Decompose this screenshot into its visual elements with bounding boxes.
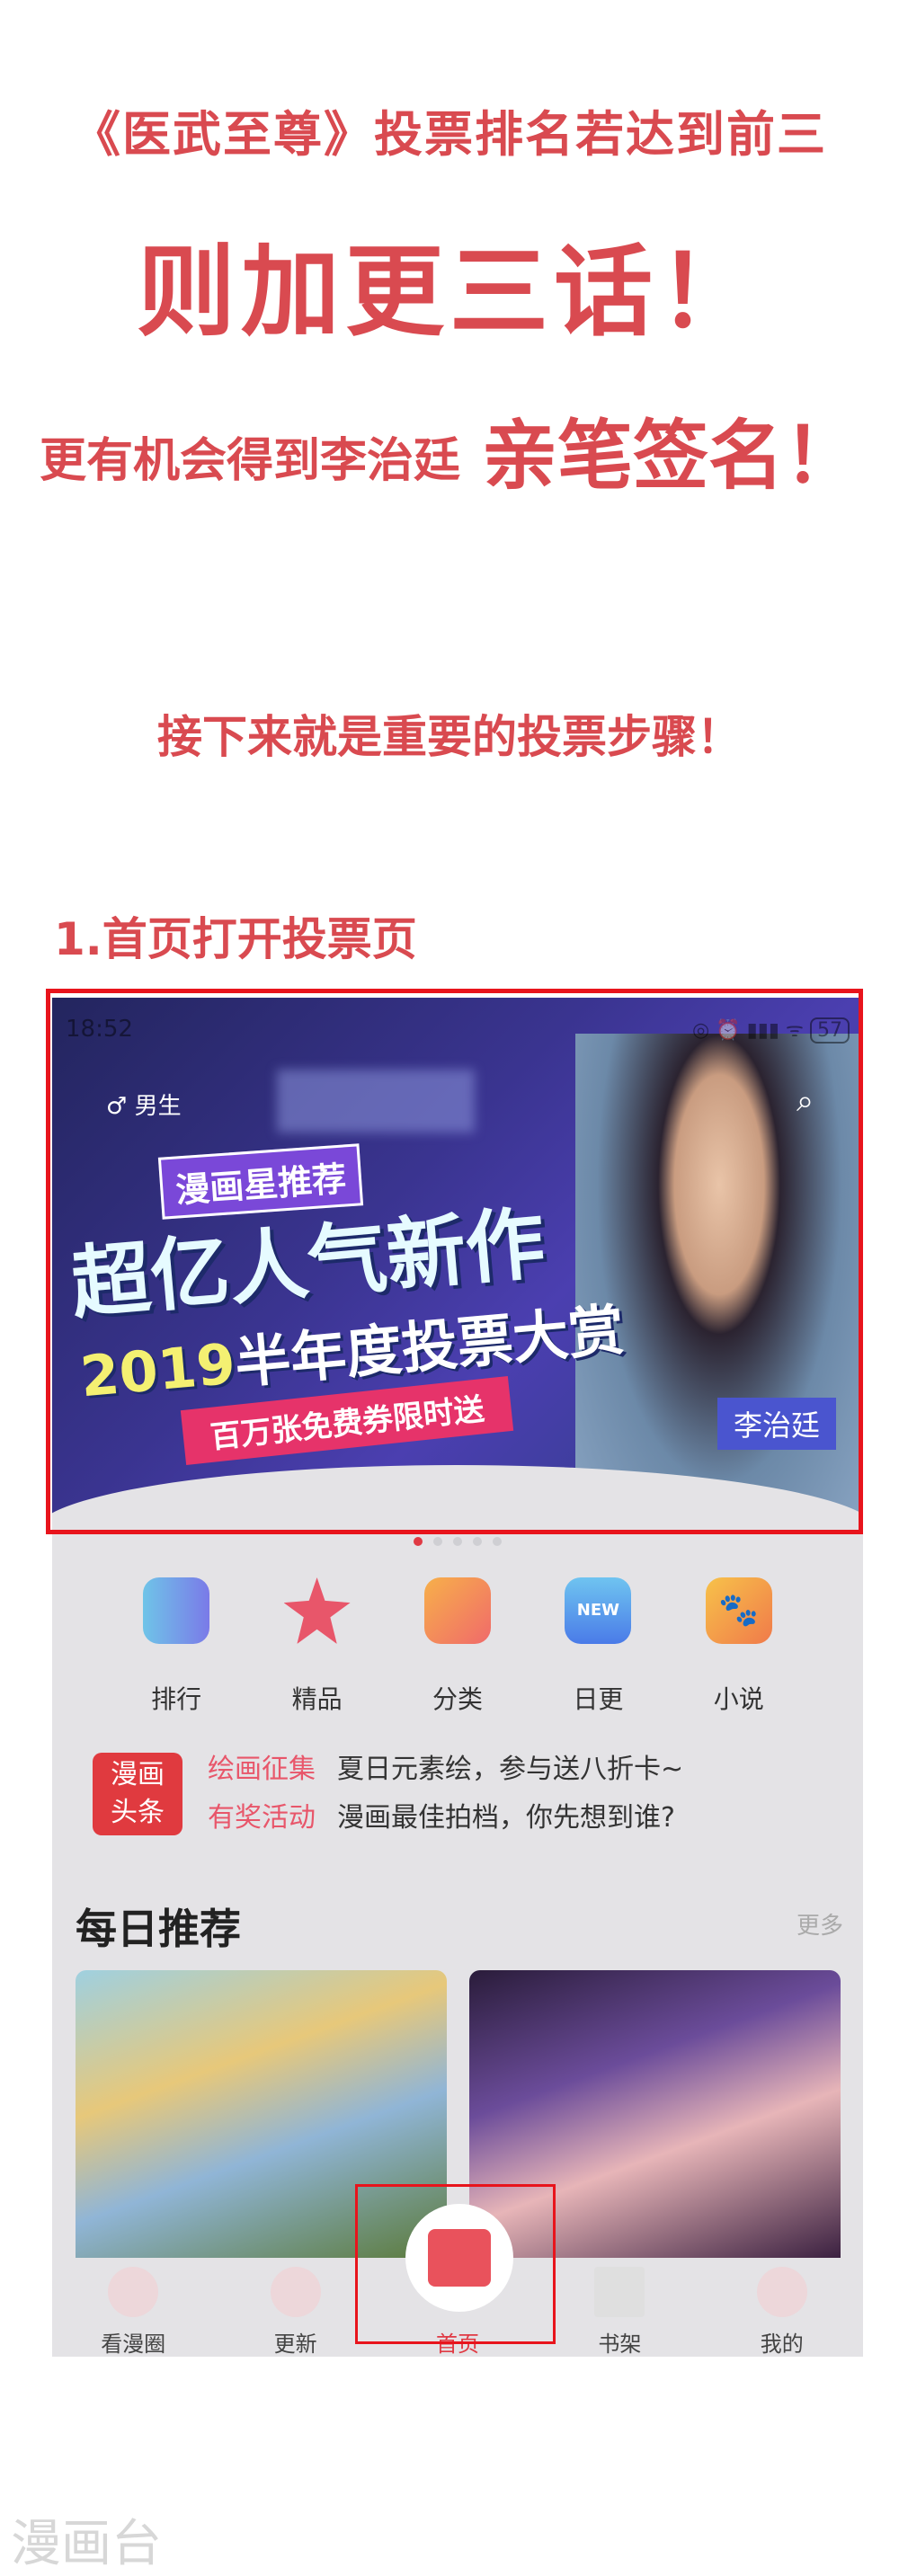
news-tag: 绘画征集 <box>208 1754 316 1785</box>
new-icon: NEW <box>565 1577 632 1644</box>
donut-icon <box>108 2267 159 2317</box>
carousel-dots[interactable] <box>52 1532 863 1550</box>
tab-label: 我的 <box>760 2332 804 2357</box>
news-badge-line: 漫画 <box>111 1759 165 1790</box>
quick-nav-premium[interactable]: 精品 <box>263 1577 371 1716</box>
headline-line-3-a: 更有机会得到李治廷 <box>39 434 460 488</box>
tab-label: 看漫圈 <box>101 2332 166 2357</box>
paw-icon <box>270 2267 321 2317</box>
carousel-dot[interactable] <box>493 1537 502 1546</box>
headline-line-3: 更有机会得到李治廷 亲笔签名！ <box>0 395 899 504</box>
quick-nav: 排行 精品 分类 NEW 日更 🐾 小说 <box>52 1577 863 1716</box>
quick-nav-ranking[interactable]: 排行 <box>122 1577 230 1716</box>
news-badge-line: 头条 <box>111 1797 165 1828</box>
paw-icon: 🐾 <box>705 1577 772 1644</box>
tab-mine[interactable]: 我的 <box>728 2258 836 2357</box>
news-tag: 有奖活动 <box>208 1802 316 1834</box>
headline-line-3-b: 亲笔签名！ <box>482 412 860 500</box>
news-badge: 漫画 头条 <box>93 1753 182 1835</box>
tab-bookshelf[interactable]: 书架 <box>565 2258 673 2357</box>
tab-update[interactable]: 更新 <box>242 2258 350 2357</box>
news-text: 漫画最佳拍档，你先想到谁? <box>337 1802 675 1834</box>
carousel-dot[interactable] <box>433 1537 442 1546</box>
news-item[interactable]: 有奖活动 漫画最佳拍档，你先想到谁? <box>208 1794 683 1843</box>
headline-line-4: 接下来就是重要的投票步骤！ <box>157 711 742 763</box>
watermark: 漫画台 <box>11 2515 162 2573</box>
highlight-frame-home <box>355 2184 556 2344</box>
section-title: 每日推荐 <box>76 1905 241 1953</box>
carousel-dot[interactable] <box>414 1537 423 1546</box>
news-item[interactable]: 绘画征集 夏日元素绘，参与送八折卡~ <box>208 1745 683 1794</box>
quick-nav-daily[interactable]: NEW 日更 <box>544 1577 652 1716</box>
quick-nav-novel[interactable]: 🐾 小说 <box>685 1577 793 1716</box>
step-1-title: 1.首页打开投票页 <box>54 913 417 965</box>
tab-circle[interactable]: 看漫圈 <box>79 2258 187 2357</box>
tab-label: 更新 <box>273 2332 317 2357</box>
star-icon <box>283 1577 351 1644</box>
news-headlines: 漫画头条 绘画征集 夏日元素绘，参与送八折卡~ 有奖活动 漫画最佳拍档，你先想到谁? <box>93 1745 683 1843</box>
carousel-dot[interactable] <box>473 1537 482 1546</box>
quick-nav-category[interactable]: 分类 <box>404 1577 512 1716</box>
headline-line-1: 《医武至尊》投票排名若达到前三 <box>72 106 827 163</box>
news-text: 夏日元素绘，参与送八折卡~ <box>337 1754 684 1785</box>
quick-nav-label: 排行 <box>151 1684 202 1714</box>
highlight-frame-banner <box>46 989 863 1534</box>
quick-nav-label: 日更 <box>573 1684 624 1714</box>
quick-nav-label: 精品 <box>291 1684 343 1714</box>
carousel-dot[interactable] <box>453 1537 462 1546</box>
more-link[interactable]: 更多 <box>797 1907 843 1941</box>
quick-nav-label: 分类 <box>432 1684 483 1714</box>
tab-label: 书架 <box>598 2332 642 2357</box>
category-icon <box>423 1577 491 1644</box>
ranking-icon <box>143 1577 210 1644</box>
bookshelf-icon <box>594 2267 645 2317</box>
quick-nav-label: 小说 <box>713 1684 764 1714</box>
headline-line-2: 则加更三话！ <box>137 235 762 350</box>
cat-profile-icon <box>756 2267 807 2317</box>
